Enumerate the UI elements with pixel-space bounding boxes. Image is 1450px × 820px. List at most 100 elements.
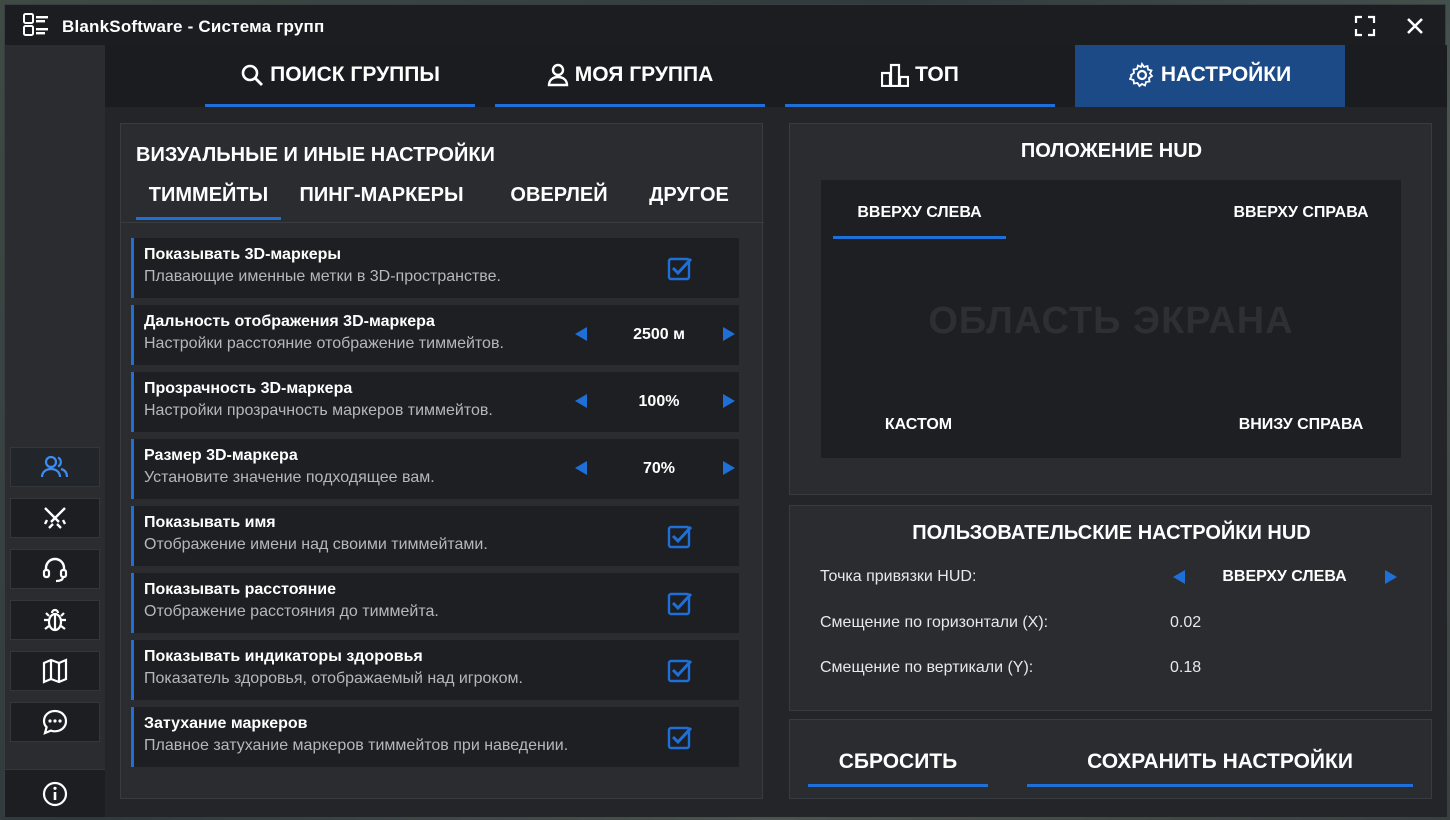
sidebar-info-button[interactable]	[5, 769, 105, 817]
tab-search-group[interactable]: ПОИСК ГРУППЫ	[205, 45, 475, 107]
setting-row: Размер 3D-маркера Установите значение по…	[131, 439, 739, 499]
headset-icon	[42, 557, 68, 583]
setting-description: Плавное затухание маркеров тиммейтов при…	[144, 737, 569, 754]
hud-option-top-left[interactable]: ВВЕРХУ СЛЕВА	[833, 204, 1006, 239]
arrow-right-icon[interactable]	[722, 326, 736, 342]
app-window: BlankSoftware - Система групп ПОИСК ГРУП…	[4, 4, 1447, 817]
anchor-value: ВВЕРХУ СЛЕВА	[1222, 568, 1347, 585]
sidebar-item-bugs[interactable]	[10, 600, 100, 640]
tab-label: ПОИСК ГРУППЫ	[270, 62, 440, 86]
offset-y-label: Смещение по вертикали (Y):	[820, 659, 1034, 676]
setting-description: Плавающие именные метки в 3D-пространств…	[144, 268, 501, 285]
subtab-other[interactable]: ДРУГОЕ	[639, 184, 739, 217]
title-bar: BlankSoftware - Система групп	[5, 5, 1445, 45]
checkbox-checked-icon[interactable]	[667, 591, 693, 617]
sidebar	[5, 45, 105, 817]
subtab-ping-markers[interactable]: ПИНГ-МАРКЕРЫ	[289, 184, 474, 217]
divider	[121, 222, 764, 223]
top-nav: ПОИСК ГРУППЫ МОЯ ГРУППА ТОП НАСТРОЙКИ	[105, 45, 1447, 107]
setting-row: Показывать расстояние Отображение рассто…	[131, 573, 739, 633]
arrow-right-icon[interactable]	[1384, 569, 1398, 585]
actions-panel: СБРОСИТЬ СОХРАНИТЬ НАСТРОЙКИ	[789, 719, 1432, 799]
maximize-icon[interactable]	[1353, 14, 1377, 38]
arrow-right-icon[interactable]	[722, 460, 736, 476]
setting-description: Отображение имени над своими тиммейтами.	[144, 536, 488, 553]
map-icon	[42, 658, 68, 684]
checkbox-checked-icon[interactable]	[667, 256, 693, 282]
reset-button[interactable]: СБРОСИТЬ	[808, 750, 988, 787]
leaderboard-icon	[881, 63, 910, 87]
arrow-left-icon[interactable]	[574, 460, 588, 476]
checkbox-checked-icon[interactable]	[667, 725, 693, 751]
close-icon[interactable]	[1403, 14, 1427, 38]
bug-icon	[44, 608, 66, 632]
hud-option-top-right[interactable]: ВВЕРХУ СПРАВА	[1211, 204, 1391, 222]
sidebar-item-map[interactable]	[10, 651, 100, 691]
setting-row: Показывать индикаторы здоровья Показател…	[131, 640, 739, 700]
arrow-right-icon[interactable]	[722, 393, 736, 409]
setting-row: Показывать имя Отображение имени над сво…	[131, 506, 739, 566]
offset-x-label: Смещение по горизонтали (X):	[820, 614, 1049, 631]
setting-label: Прозрачность 3D-маркера	[144, 380, 353, 397]
anchor-label: Точка привязки HUD:	[820, 568, 977, 585]
users-icon	[40, 455, 69, 478]
setting-label: Дальность отображения 3D-маркера	[144, 313, 435, 330]
hud-screen-area: ОБЛАСТЬ ЭКРАНА ВВЕРХУ СЛЕВА ВВЕРХУ СПРАВ…	[821, 180, 1401, 458]
offset-y-value[interactable]: 0.18	[1170, 659, 1201, 677]
save-settings-button[interactable]: СОХРАНИТЬ НАСТРОЙКИ	[1027, 750, 1413, 787]
tab-settings[interactable]: НАСТРОЙКИ	[1075, 45, 1345, 107]
app-menu-icon[interactable]	[23, 13, 49, 37]
sidebar-item-chat[interactable]	[10, 702, 100, 742]
chat-icon	[42, 709, 68, 735]
setting-label: Затухание маркеров	[144, 715, 308, 732]
visual-settings-panel: ВИЗУАЛЬНЫЕ И ИНЫЕ НАСТРОЙКИ ТИММЕЙТЫ ПИН…	[120, 123, 764, 799]
subtab-overlay[interactable]: ОВЕРЛЕЙ	[499, 184, 619, 217]
setting-label: Размер 3D-маркера	[144, 447, 298, 464]
arrow-left-icon[interactable]	[574, 326, 588, 342]
tab-label: МОЯ ГРУППА	[574, 62, 714, 86]
offset-x-value[interactable]: 0.02	[1170, 614, 1201, 632]
setting-label: Показывать расстояние	[144, 581, 337, 598]
tab-top[interactable]: ТОП	[785, 45, 1055, 107]
setting-description: Установите значение подходящее вам.	[144, 469, 435, 486]
crossed-swords-icon	[43, 507, 67, 529]
setting-row: Прозрачность 3D-маркера Настройки прозра…	[131, 372, 739, 432]
hud-option-custom[interactable]: КАСТОМ	[851, 416, 986, 434]
panel-title: ПОЛЬЗОВАТЕЛЬСКИЕ НАСТРОЙКИ HUD	[912, 522, 1311, 544]
setting-label: Показывать индикаторы здоровья	[144, 648, 423, 665]
setting-label: Показывать 3D-маркеры	[144, 246, 342, 263]
main-content: ВИЗУАЛЬНЫЕ И ИНЫЕ НАСТРОЙКИ ТИММЕЙТЫ ПИН…	[105, 107, 1447, 817]
stepper-value: 2500 м	[633, 326, 685, 343]
tab-label: ТОП	[915, 62, 959, 86]
setting-row: Показывать 3D-маркеры Плавающие именные …	[131, 238, 739, 298]
arrow-left-icon[interactable]	[574, 393, 588, 409]
arrow-left-icon[interactable]	[1172, 569, 1186, 585]
window-title: BlankSoftware - Система групп	[62, 17, 325, 36]
panel-title: ВИЗУАЛЬНЫЕ И ИНЫЕ НАСТРОЙКИ	[136, 144, 495, 166]
stepper-value: 100%	[638, 393, 680, 410]
search-icon	[241, 64, 264, 86]
hud-position-panel: ПОЛОЖЕНИЕ HUD ОБЛАСТЬ ЭКРАНА ВВЕРХУ СЛЕВ…	[789, 123, 1432, 495]
screen-area-watermark: ОБЛАСТЬ ЭКРАНА	[928, 300, 1294, 342]
info-icon	[42, 781, 68, 806]
hud-option-bottom-right[interactable]: ВНИЗУ СПРАВА	[1216, 416, 1386, 434]
gear-icon	[1128, 61, 1154, 87]
setting-row: Затухание маркеров Плавное затухание мар…	[131, 707, 739, 767]
setting-label: Показывать имя	[144, 514, 276, 531]
setting-description: Отображение расстояния до тиммейта.	[144, 603, 439, 620]
checkbox-checked-icon[interactable]	[667, 524, 693, 550]
subtab-teammates[interactable]: ТИММЕЙТЫ	[136, 184, 281, 220]
tab-label: НАСТРОЙКИ	[1160, 62, 1292, 86]
sidebar-item-battle[interactable]	[10, 498, 100, 538]
setting-description: Настройки расстояние отображение тиммейт…	[144, 335, 504, 352]
stepper-value: 70%	[642, 460, 676, 477]
user-icon	[547, 63, 568, 86]
tab-my-group[interactable]: МОЯ ГРУППА	[495, 45, 765, 107]
setting-row: Дальность отображения 3D-маркера Настрой…	[131, 305, 739, 365]
panel-title: ПОЛОЖЕНИЕ HUD	[1020, 140, 1203, 162]
sidebar-item-group[interactable]	[10, 447, 100, 487]
checkbox-checked-icon[interactable]	[667, 658, 693, 684]
setting-description: Настройки прозрачность маркеров тиммейто…	[144, 402, 493, 419]
custom-hud-panel: ПОЛЬЗОВАТЕЛЬСКИЕ НАСТРОЙКИ HUD Точка при…	[789, 505, 1432, 711]
sidebar-item-support[interactable]	[10, 549, 100, 589]
